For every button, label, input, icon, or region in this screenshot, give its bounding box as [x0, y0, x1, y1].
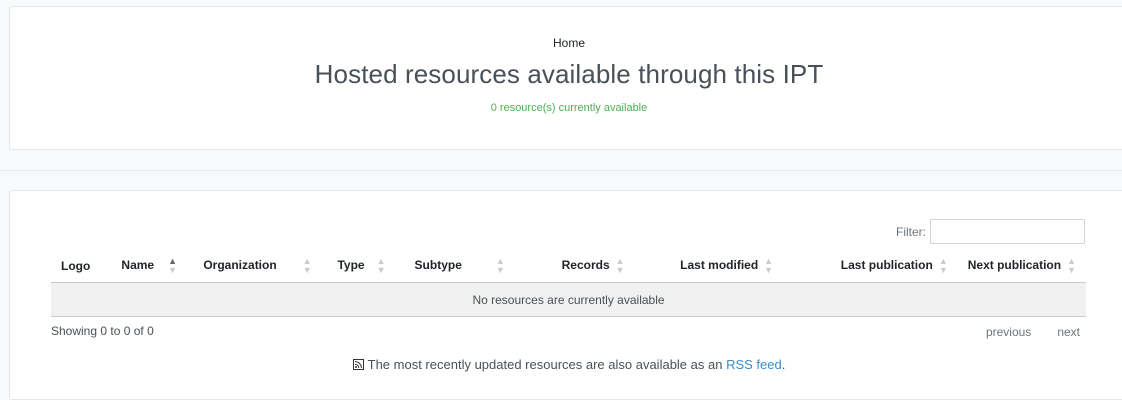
sort-icon: ▲ ▼: [615, 256, 625, 275]
column-header-last-modified[interactable]: Last modified ▲ ▼: [634, 250, 784, 283]
column-header-name[interactable]: Name ▲ ▼: [111, 250, 194, 283]
table-header-row: Logo Name ▲ ▼ Organization ▲ ▼ Type ▲ ▼ Subtyp…: [51, 250, 1086, 283]
column-header-label: Organization: [203, 258, 277, 273]
rss-feed-link[interactable]: RSS feed: [726, 357, 782, 372]
column-header-label: Name: [121, 258, 155, 273]
empty-table-message: No resources are currently available: [51, 282, 1086, 317]
column-header-label: Type: [337, 258, 365, 273]
pagination: previous next: [986, 325, 1080, 339]
section-divider: [0, 170, 1122, 171]
filter-label: Filter:: [896, 224, 926, 239]
rss-icon: [352, 359, 364, 370]
column-header-type[interactable]: Type ▲ ▼: [327, 250, 405, 283]
column-header-records[interactable]: Records ▲ ▼: [522, 250, 635, 283]
page-title: Hosted resources available through this …: [314, 59, 824, 89]
sort-icon: ▲ ▼: [302, 256, 312, 275]
column-header-organization[interactable]: Organization ▲ ▼: [193, 250, 328, 283]
breadcrumb[interactable]: Home: [10, 36, 1122, 50]
resources-card: Filter: Logo Name ▲ ▼ Organization ▲ ▼ Type ▲…: [9, 190, 1122, 400]
column-header-next-publication[interactable]: Next publication ▲ ▼: [957, 250, 1086, 283]
sort-icon: ▲ ▼: [764, 256, 774, 275]
resource-count: 0 resource(s) currently available: [490, 102, 648, 114]
column-header-last-publication[interactable]: Last publication ▲ ▼: [783, 250, 958, 283]
column-header-label: Logo: [61, 259, 91, 273]
filter-group: Filter:: [896, 219, 1085, 244]
filter-input[interactable]: [930, 219, 1085, 244]
sort-icon: ▲ ▼: [1067, 256, 1076, 275]
column-header-label: Subtype: [414, 258, 462, 273]
sort-asc-icon: ▲ ▼: [168, 256, 178, 275]
rss-notice: The most recently updated resources are …: [10, 357, 1122, 372]
column-header-subtype[interactable]: Subtype ▲ ▼: [404, 250, 523, 283]
header-card: Home Hosted resources available through …: [9, 6, 1122, 150]
rss-text-end: .: [781, 357, 786, 372]
column-header-logo[interactable]: Logo: [51, 250, 112, 283]
column-header-label: Next publication: [967, 258, 1062, 273]
pagination-info: Showing 0 to 0 of 0: [51, 324, 154, 338]
sort-icon: ▲ ▼: [376, 256, 386, 275]
sort-icon: ▲ ▼: [495, 256, 505, 275]
table-row: No resources are currently available: [51, 282, 1086, 317]
column-header-label: Last modified: [680, 258, 759, 273]
next-page-button[interactable]: next: [1057, 325, 1080, 339]
sort-icon: ▲ ▼: [938, 256, 948, 275]
column-header-label: Last publication: [840, 258, 933, 273]
resources-table: Logo Name ▲ ▼ Organization ▲ ▼ Type ▲ ▼ Subtyp…: [51, 250, 1086, 317]
rss-text: The most recently updated resources are …: [367, 357, 727, 372]
previous-page-button[interactable]: previous: [986, 325, 1031, 339]
column-header-label: Records: [561, 258, 610, 273]
